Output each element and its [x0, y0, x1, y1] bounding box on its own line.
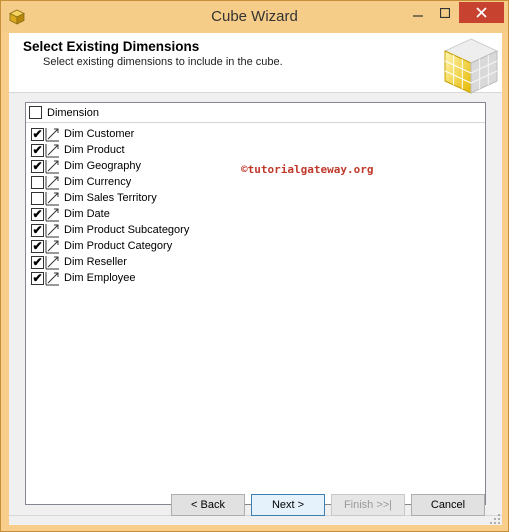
dimension-icon: [45, 240, 59, 254]
maximize-button[interactable]: [432, 2, 458, 23]
dimension-icon: [45, 160, 59, 174]
dimension-icon: [45, 208, 59, 222]
page-subtitle: Select existing dimensions to include in…: [43, 56, 283, 68]
dimension-label: Dim Geography: [64, 160, 142, 172]
dimension-label: Dim Currency: [64, 176, 132, 188]
dimension-icon: [45, 272, 59, 286]
dimension-checkbox[interactable]: ✔: [31, 128, 44, 141]
dimension-label: Dim Sales Territory: [64, 192, 157, 204]
dimension-label: Dim Product Subcategory: [64, 224, 190, 236]
back-button[interactable]: < Back: [171, 494, 245, 516]
dimension-label: Dim Customer: [64, 128, 135, 140]
list-item[interactable]: ✔ Dim Product Category: [26, 239, 485, 255]
list-item[interactable]: ✔ Dim Date: [26, 207, 485, 223]
dimension-label: Dim Reseller: [64, 256, 127, 268]
dimension-list: ✔ Dim Customer ✔ Dim Product ✔ Dim Geography D…: [26, 127, 485, 287]
dimension-checkbox[interactable]: ✔: [31, 240, 44, 253]
list-item[interactable]: ✔ Dim Employee: [26, 271, 485, 287]
dimension-icon: [45, 224, 59, 238]
dimension-icon: [45, 176, 59, 190]
list-item[interactable]: Dim Sales Territory: [26, 191, 485, 207]
cube-graphic-icon: [443, 38, 499, 94]
list-item[interactable]: Dim Currency: [26, 175, 485, 191]
dimension-column-header[interactable]: Dimension: [26, 103, 485, 123]
dimension-checkbox[interactable]: ✔: [31, 160, 44, 173]
dimension-checkbox[interactable]: ✔: [31, 224, 44, 237]
dimension-icon: [45, 256, 59, 270]
dimension-checkbox[interactable]: ✔: [31, 144, 44, 157]
resize-grip-icon[interactable]: [489, 513, 501, 525]
list-item[interactable]: ✔ Dim Product Subcategory: [26, 223, 485, 239]
minimize-button[interactable]: [405, 2, 431, 23]
dimension-icon: [45, 144, 59, 158]
dimension-label: Dim Date: [64, 208, 110, 220]
dimension-column-label: Dimension: [47, 107, 99, 119]
list-item[interactable]: ✔ Dim Product: [26, 143, 485, 159]
minimize-icon: [413, 14, 423, 17]
maximize-icon: [440, 7, 450, 18]
dimension-icon: [45, 128, 59, 142]
list-item[interactable]: ✔ Dim Customer: [26, 127, 485, 143]
close-icon: [476, 7, 487, 18]
dimension-checkbox[interactable]: [31, 192, 44, 205]
dimension-label: Dim Employee: [64, 272, 136, 284]
cube-wizard-window: Cube Wizard Select Existing Dimensions S…: [0, 0, 509, 532]
wizard-client-area: Select Existing Dimensions Select existi…: [9, 33, 502, 525]
dimension-checkbox[interactable]: ✔: [31, 256, 44, 269]
list-item[interactable]: ✔ Dim Reseller: [26, 255, 485, 271]
dimension-icon: [45, 192, 59, 206]
watermark: ©tutorialgateway.org: [241, 163, 374, 176]
select-all-checkbox[interactable]: [29, 106, 42, 119]
dimension-checkbox[interactable]: [31, 176, 44, 189]
finish-button: Finish >>|: [331, 494, 405, 516]
dimension-label: Dim Product: [64, 144, 125, 156]
dimension-checkbox[interactable]: ✔: [31, 272, 44, 285]
dimension-label: Dim Product Category: [64, 240, 173, 252]
title-bar[interactable]: Cube Wizard: [1, 1, 508, 33]
wizard-header: Select Existing Dimensions Select existi…: [9, 33, 502, 94]
dimension-checkbox[interactable]: ✔: [31, 208, 44, 221]
cancel-button[interactable]: Cancel: [411, 494, 485, 516]
next-button[interactable]: Next >: [251, 494, 325, 516]
page-title: Select Existing Dimensions: [23, 39, 200, 54]
close-button[interactable]: [459, 2, 504, 23]
